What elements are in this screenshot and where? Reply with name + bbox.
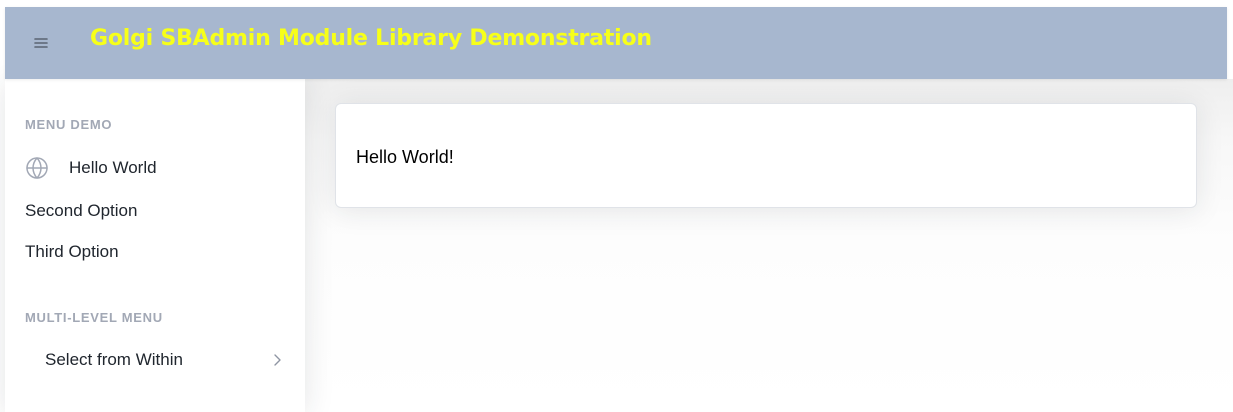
sidebar: MENU DEMO Hello World Second Option Thir… [5, 79, 305, 412]
sidebar-item-select-from-within[interactable]: Select from Within [25, 345, 285, 375]
app-title[interactable]: Golgi SBAdmin Module Library Demonstrati… [90, 25, 652, 53]
sidebar-item-hello-world[interactable]: Hello World [25, 153, 285, 183]
top-navbar: Golgi SBAdmin Module Library Demonstrati… [5, 7, 1227, 79]
sidebar-heading-multi-level-menu: MULTI-LEVEL MENU [25, 310, 163, 325]
sidebar-item-label: Hello World [69, 158, 157, 177]
chevron-right-icon [269, 352, 285, 368]
sidebar-item-label: Select from Within [45, 350, 183, 369]
main-content: Hello World! [305, 79, 1233, 412]
content-card: Hello World! [335, 103, 1197, 208]
sidebar-item-label: Third Option [25, 242, 119, 261]
sidebar-heading-menu-demo: MENU DEMO [25, 117, 113, 132]
sidebar-item-label: Second Option [25, 201, 138, 220]
sidebar-item-second-option[interactable]: Second Option [25, 196, 285, 226]
globe-icon [25, 156, 49, 180]
card-text: Hello World! [356, 147, 454, 167]
app-page: Golgi SBAdmin Module Library Demonstrati… [0, 0, 1233, 412]
hamburger-icon [34, 38, 48, 48]
sidebar-item-third-option[interactable]: Third Option [25, 237, 285, 267]
menu-toggle-button[interactable] [32, 34, 50, 52]
